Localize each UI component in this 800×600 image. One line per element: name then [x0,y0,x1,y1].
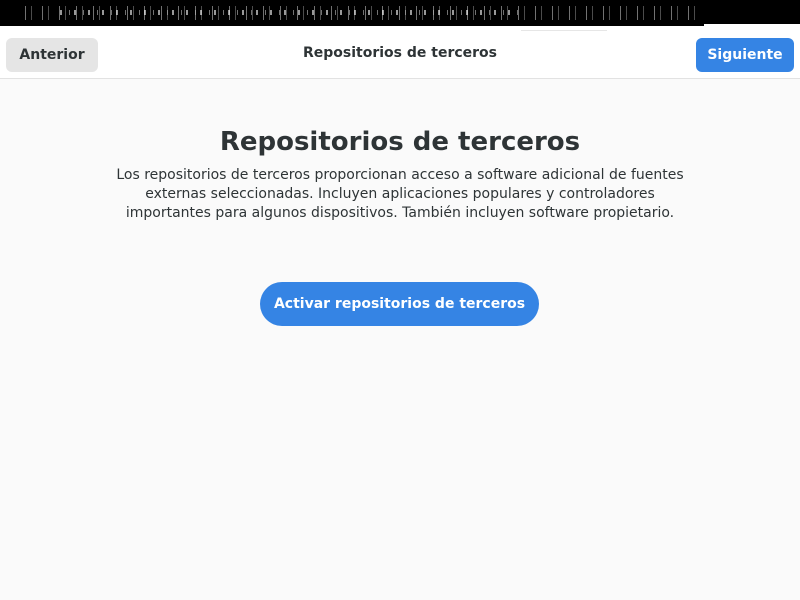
previous-button[interactable]: Anterior [6,38,98,72]
top-panel-artifact-2 [60,10,520,15]
enable-third-party-repos-button[interactable]: Activar repositorios de terceros [260,282,539,326]
top-panel [0,0,800,26]
next-button[interactable]: Siguiente [696,38,794,72]
header-divider [521,30,607,31]
header-title: Repositorios de terceros [302,45,498,61]
page-title: Repositorios de terceros [219,127,581,157]
page-description: Los repositorios de terceros proporciona… [116,167,684,221]
header-bar: Anterior Repositorios de terceros Siguie… [0,26,800,79]
page-content: Repositorios de terceros Los repositorio… [0,79,800,600]
